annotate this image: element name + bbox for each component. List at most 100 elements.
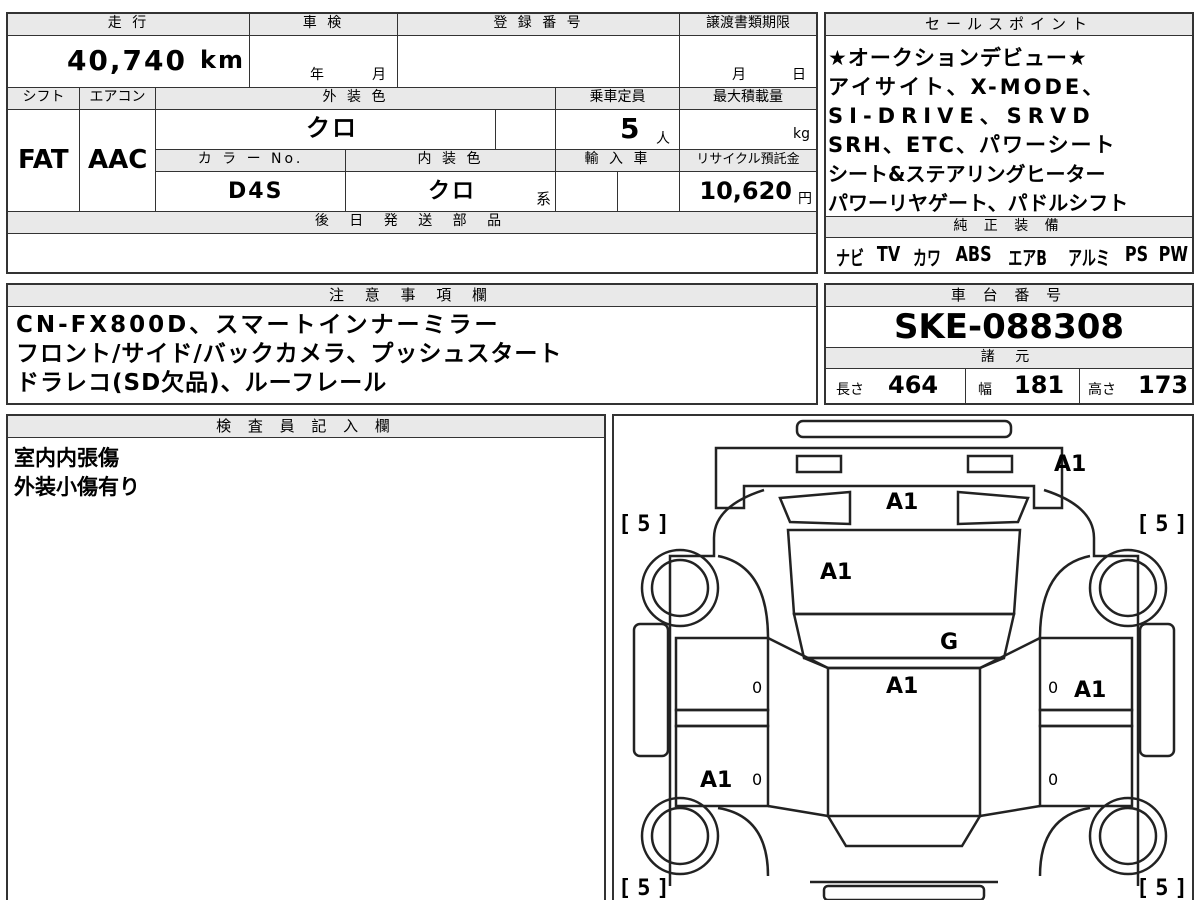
- exterior-value: クロ: [306, 114, 358, 142]
- recycle-label: リサイクル預託金: [680, 150, 816, 172]
- specs-label: 諸 元: [826, 347, 1192, 369]
- registration-label: 登 録 番 号: [398, 14, 680, 36]
- sales-line: ★オークションデビュー★: [828, 46, 1088, 70]
- interior-label: 内 装 色: [346, 150, 556, 172]
- shift-label: シフト: [8, 88, 80, 110]
- chassis-label: 車 台 番 号: [826, 285, 1192, 307]
- mileage-label: 走 行: [8, 14, 250, 36]
- notes-lines: CN-FX800D、スマートインナーミラー フロント/サイド/バックカメラ、プッ…: [16, 311, 562, 398]
- tire-tl: [5]: [618, 512, 676, 537]
- exterior-label: 外 装 色: [156, 88, 556, 110]
- mark-hood: A1: [886, 674, 919, 699]
- recycle-value: 10,620: [699, 177, 792, 205]
- equip-ps: PS: [1125, 242, 1149, 266]
- car-diagram: [632, 419, 1176, 900]
- chassis-box: 車 台 番 号 SKE-088308 諸 元 長さ 464 幅 181 高さ 1…: [824, 283, 1194, 405]
- mark-roof: A1: [820, 560, 853, 585]
- sales-line: パワーリヤゲート、パドルシフト: [828, 191, 1129, 215]
- sales-line: SRH、ETC、パワーシート: [828, 133, 1117, 157]
- color-no-cell: D4S: [156, 172, 346, 212]
- deadline-month: 月: [732, 67, 746, 83]
- registration-cell: [398, 36, 680, 88]
- aircon-value: AAC: [88, 145, 148, 175]
- mark-zero-right-bottom: 0: [1048, 770, 1059, 789]
- month-unit: 月: [372, 67, 386, 83]
- mark-rear-top: A1: [1054, 452, 1087, 477]
- sales-line: アイサイト、X-MODE、: [828, 75, 1107, 99]
- interior-cell: クロ 系: [346, 172, 556, 212]
- import-cell-b: [618, 172, 680, 212]
- spec-length: 長さ 464: [826, 369, 966, 403]
- chassis-value: SKE-088308: [893, 307, 1125, 347]
- width-value: 181: [1014, 371, 1065, 399]
- maxload-unit: kg: [793, 126, 810, 142]
- mileage-cell: 40,740 km: [8, 36, 250, 88]
- mark-rear-glass: A1: [886, 490, 919, 515]
- shift-value: FAT: [18, 145, 69, 175]
- mileage-unit: km: [200, 46, 245, 74]
- equip-abs: ABS: [955, 242, 992, 266]
- mark-zero-left-bottom: 0: [752, 770, 763, 789]
- mileage-value: 40,740: [66, 44, 187, 77]
- exterior-cell: クロ: [156, 110, 496, 150]
- capacity-label: 乗車定員: [556, 88, 680, 110]
- notes-line: CN-FX800D、スマートインナーミラー: [16, 312, 501, 338]
- sales-points-label: セールスポイント: [826, 14, 1192, 36]
- notes-line: ドラレコ(SD欠品)、ルーフレール: [16, 370, 388, 396]
- width-label: 幅: [978, 382, 992, 398]
- length-label: 長さ: [836, 382, 864, 398]
- inspection-cell: 年 月: [250, 36, 398, 88]
- equip-alumi: アルミ: [1067, 246, 1110, 270]
- genuine-equipment-label: 純 正 装 備: [826, 216, 1192, 238]
- interior-unit: 系: [536, 190, 552, 208]
- sales-points-box: セールスポイント ★オークションデビュー★ アイサイト、X-MODE、 SI-D…: [824, 12, 1194, 274]
- aircon-cell: AAC: [80, 110, 156, 212]
- length-value: 464: [888, 371, 939, 399]
- capacity-unit: 人: [656, 131, 670, 147]
- color-no-label: カ ラ ー No.: [156, 150, 346, 172]
- aircon-label: エアコン: [80, 88, 156, 110]
- deadline-day: 日: [792, 67, 806, 83]
- deadline-cell: 月 日: [680, 36, 816, 88]
- tire-br: [5]: [1136, 876, 1194, 900]
- import-cell-a: [556, 172, 618, 212]
- tire-tr: [5]: [1136, 512, 1194, 537]
- specs-row: 長さ 464 幅 181 高さ 173: [826, 369, 1192, 403]
- height-label: 高さ: [1088, 382, 1116, 398]
- height-value: 173: [1138, 371, 1189, 399]
- import-label: 輸 入 車: [556, 150, 680, 172]
- inspector-line: 外装小傷有り: [14, 475, 140, 499]
- vehicle-info-table: 走 行 車 検 登 録 番 号 譲渡書類期限 40,740 km 年 月 月 日…: [6, 12, 818, 274]
- capacity-cell: 5 人: [556, 110, 680, 150]
- inspector-lines: 室内内張傷 外装小傷有り: [14, 444, 140, 502]
- inspector-box: 検 査 員 記 入 欄 室内内張傷 外装小傷有り: [6, 414, 606, 900]
- sales-line: SI-DRIVE、SRVD: [828, 104, 1096, 128]
- exterior-extra-cell: [496, 110, 556, 150]
- equip-tv: TV: [876, 242, 901, 266]
- tire-bl: [5]: [618, 876, 676, 900]
- later-parts-cell: [8, 234, 816, 272]
- maxload-cell: kg: [680, 110, 816, 150]
- sales-points-lines: ★オークションデビュー★ アイサイト、X-MODE、 SI-DRIVE、SRVD…: [828, 44, 1192, 218]
- genuine-equipment-list: ナビ TV カワ ABS エアB アルミ PS PW: [830, 242, 1192, 271]
- capacity-value: 5: [620, 112, 642, 145]
- interior-value: クロ: [428, 179, 477, 204]
- shift-cell: FAT: [8, 110, 80, 212]
- color-no-value: D4S: [228, 179, 284, 204]
- mark-right-door: A1: [1074, 678, 1107, 703]
- later-parts-label: 後 日 発 送 部 品: [8, 212, 816, 234]
- sales-line: シート&ステアリングヒーター: [828, 162, 1106, 186]
- spec-width: 幅 181: [966, 369, 1080, 403]
- spec-height: 高さ 173: [1080, 369, 1192, 403]
- equip-airbag: エアB: [1007, 246, 1047, 270]
- inspector-label: 検 査 員 記 入 欄: [8, 416, 604, 438]
- mark-zero-left-top: 0: [752, 678, 763, 697]
- mark-left-rear: A1: [700, 768, 733, 793]
- notes-box: 注 意 事 項 欄 CN-FX800D、スマートインナーミラー フロント/サイド…: [6, 283, 818, 405]
- equip-pw: PW: [1158, 242, 1189, 266]
- car-diagram-box: A1 A1 A1 G A1 A1 A1 0 0 0 0 [5] [5] [5] …: [612, 414, 1194, 900]
- notes-line: フロント/サイド/バックカメラ、プッシュスタート: [16, 341, 563, 367]
- equip-navi: ナビ: [836, 246, 864, 270]
- notes-label: 注 意 事 項 欄: [8, 285, 816, 307]
- inspection-label: 車 検: [250, 14, 398, 36]
